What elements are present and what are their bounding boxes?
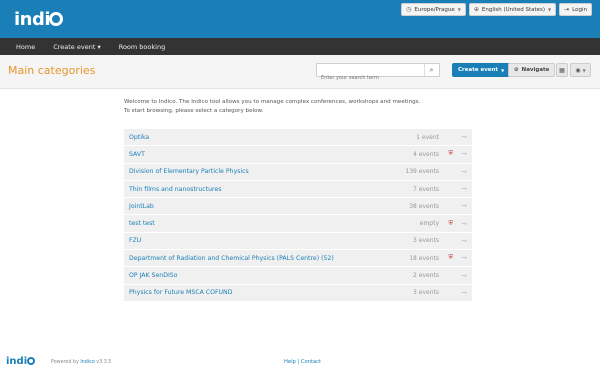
category-row[interactable]: Division of Elementary Particle Physics 1…: [124, 163, 472, 181]
category-row[interactable]: Thin films and nanostructures 7 events ⇾: [124, 180, 472, 199]
arrow-right-icon[interactable]: ⇾: [461, 133, 467, 141]
category-list: Optika 1 event ⇾ SAVT 4 events ⛨ ⇾ Division of …: [124, 129, 472, 302]
nav-create-event[interactable]: Create event ▾: [53, 43, 101, 51]
category-event-count: 2 events: [413, 272, 439, 280]
category-name[interactable]: OP JAK SenDISo: [129, 272, 178, 279]
chevron-down-icon: ▼: [457, 7, 461, 12]
version-label: v3.3.5: [96, 360, 112, 365]
navigate-label: Navigate: [521, 67, 550, 73]
category-name[interactable]: Physics for Future MSCA COFUND: [129, 289, 232, 296]
navigate-button[interactable]: ⊘ Navigate: [508, 63, 556, 77]
page: indi ◷ Europe/Prague ▼ ⊕ English (United…: [0, 0, 600, 375]
arrow-right-icon[interactable]: ⇾: [461, 202, 467, 210]
search-box: ⌕: [316, 63, 440, 84]
arrow-right-icon[interactable]: ⇾: [461, 272, 467, 280]
category-event-count: 7 events: [413, 185, 439, 193]
category-event-count: 3 events: [413, 289, 439, 297]
logo-ring-icon: [27, 357, 36, 365]
indico-link[interactable]: Indico: [80, 360, 94, 365]
top-header: indi ◷ Europe/Prague ▼ ⊕ English (United…: [0, 0, 600, 38]
footer-logo[interactable]: indi: [6, 356, 36, 367]
search-icon[interactable]: ⌕: [424, 64, 438, 76]
category-row[interactable]: JointLab 38 events ⇾: [124, 198, 472, 216]
category-name[interactable]: SAVT: [129, 151, 145, 158]
chevron-down-icon: ▼: [501, 67, 505, 73]
arrow-right-icon[interactable]: ⇾: [461, 254, 467, 262]
main-nav: Home Create event ▾ Room booking: [0, 38, 600, 55]
powered-by: Powered by Indico v3.3.5: [51, 360, 111, 365]
arrow-right-icon[interactable]: ⇾: [461, 289, 467, 297]
category-event-count: empty: [419, 220, 439, 228]
category-name[interactable]: Optika: [129, 134, 149, 141]
welcome-line-1: Welcome to Indico. The Indico tool allow…: [124, 99, 421, 105]
arrow-right-icon[interactable]: ⇾: [461, 237, 467, 245]
category-name[interactable]: FZU: [129, 237, 141, 244]
category-name[interactable]: Department of Radiation and Chemical Phy…: [129, 255, 334, 262]
arrow-right-icon[interactable]: ⇾: [461, 220, 467, 228]
category-event-count: 1 event: [416, 133, 439, 141]
shield-icon: ⛨: [448, 254, 453, 262]
shield-icon: ⛨: [448, 150, 453, 158]
chevron-down-icon: ▼: [548, 7, 552, 12]
category-row[interactable]: Physics for Future MSCA COFUND 3 events ⇾: [124, 284, 472, 302]
title-bar: Main categories ⌕ Create event ▼ ⊘ Navig…: [0, 55, 600, 89]
category-name[interactable]: Thin films and nanostructures: [129, 186, 221, 193]
category-row[interactable]: SAVT 4 events ⛨ ⇾: [124, 146, 472, 164]
category-event-count: 3 events: [413, 237, 439, 245]
arrow-right-icon[interactable]: ⇾: [461, 185, 467, 193]
language-label: English (United States): [481, 6, 546, 13]
logo-ring-icon: [49, 12, 64, 26]
view-options-button[interactable]: ◉ ▼: [570, 63, 591, 77]
create-event-label: Create event: [458, 67, 499, 73]
calendar-button[interactable]: ▦: [556, 63, 568, 77]
chevron-down-icon: ▼: [582, 67, 586, 73]
powered-prefix: Powered by: [51, 360, 79, 365]
language-button[interactable]: ⊕ English (United States) ▼: [468, 3, 557, 16]
category-event-count: 4 events: [413, 150, 439, 158]
arrow-right-icon[interactable]: ⇾: [461, 150, 467, 158]
search-input[interactable]: [317, 72, 422, 84]
category-event-count: 139 events: [405, 168, 439, 176]
category-name[interactable]: test test: [129, 220, 155, 227]
compass-icon: ⊘: [514, 67, 519, 73]
indico-logo[interactable]: indi: [14, 7, 64, 31]
timezone-label: Europe/Prague: [414, 6, 455, 13]
help-contact-links[interactable]: Help | Contact: [284, 359, 321, 365]
login-icon: ⇥: [564, 6, 570, 13]
timezone-button[interactable]: ◷ Europe/Prague ▼: [401, 3, 466, 16]
category-name[interactable]: Division of Elementary Particle Physics: [129, 168, 249, 175]
category-row[interactable]: test test empty ⛨ ⇾: [124, 215, 472, 233]
footer-logo-text: indi: [6, 356, 28, 367]
arrow-right-icon[interactable]: ⇾: [461, 168, 467, 176]
create-event-button[interactable]: Create event ▼: [452, 63, 511, 77]
category-row[interactable]: FZU 3 events ⇾: [124, 232, 472, 251]
login-button[interactable]: ⇥ Login: [559, 3, 592, 16]
login-label: Login: [572, 6, 587, 13]
category-event-count: 18 events: [409, 254, 439, 262]
category-row[interactable]: OP JAK SenDISo 2 events ⇾: [124, 267, 472, 285]
clock-icon: ◷: [406, 6, 412, 13]
nav-home[interactable]: Home: [16, 43, 35, 51]
category-row[interactable]: Department of Radiation and Chemical Phy…: [124, 250, 472, 268]
logo-text: indi: [14, 8, 51, 30]
category-event-count: 38 events: [409, 202, 439, 210]
welcome-line-2: To start browsing, please select a categ…: [124, 107, 264, 114]
calendar-icon: ▦: [559, 66, 565, 74]
footer: indi Powered by Indico v3.3.5 Help | Con…: [0, 352, 600, 374]
page-title: Main categories: [8, 64, 96, 77]
welcome-text: Welcome to Indico. The Indico tool allow…: [124, 98, 420, 115]
user-tools: ◷ Europe/Prague ▼ ⊕ English (United Stat…: [401, 3, 592, 16]
globe-icon: ⊕: [473, 6, 479, 13]
category-name[interactable]: JointLab: [129, 203, 154, 210]
shield-icon: ⛨: [448, 219, 453, 227]
eye-icon: ◉: [575, 66, 581, 74]
category-row[interactable]: Optika 1 event ⇾: [124, 129, 472, 147]
nav-room-booking[interactable]: Room booking: [119, 43, 165, 51]
